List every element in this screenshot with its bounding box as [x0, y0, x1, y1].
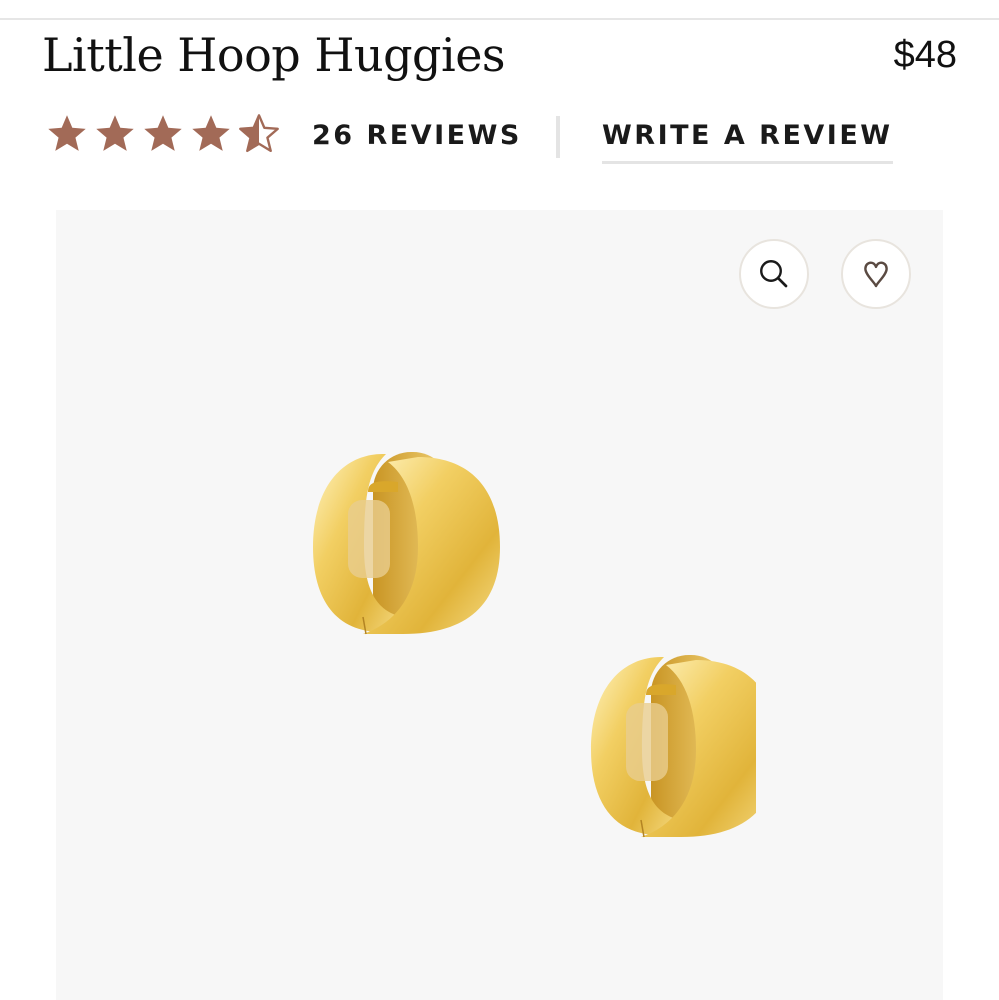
star-icon: [144, 115, 182, 151]
earring-right: [591, 655, 756, 838]
rating-divider: [556, 116, 560, 158]
star-icon: [48, 115, 86, 151]
search-icon: [760, 260, 788, 288]
star-icon: [192, 115, 230, 151]
product-title: Little Hoop Huggies: [42, 28, 506, 82]
star-rating[interactable]: [44, 112, 282, 156]
top-divider: [0, 0, 999, 20]
product-price: $48: [893, 34, 957, 76]
product-image: [313, 452, 756, 838]
zoom-button[interactable]: [739, 239, 809, 309]
favorite-button[interactable]: [841, 239, 911, 309]
earring-left: [313, 452, 500, 635]
write-review-link[interactable]: WRITE A REVIEW: [602, 120, 893, 164]
half-star-icon: [239, 114, 279, 153]
heart-icon: [864, 261, 888, 288]
reviews-count-link[interactable]: 26 REVIEWS: [312, 120, 522, 151]
product-image-gallery[interactable]: [56, 210, 943, 1000]
star-icon: [96, 115, 134, 151]
